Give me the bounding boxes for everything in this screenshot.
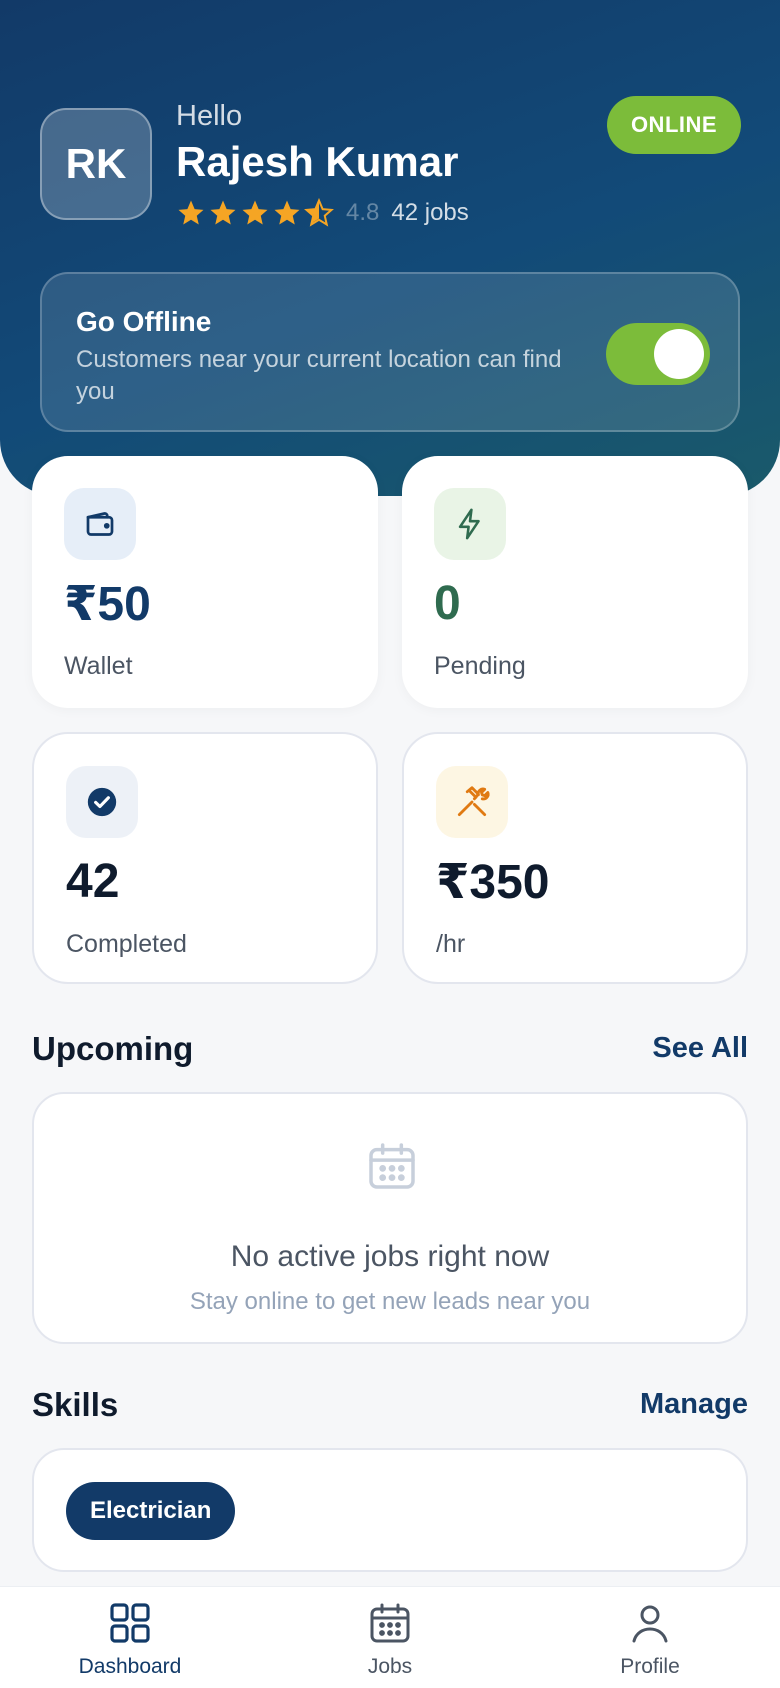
tools-icon — [436, 766, 508, 838]
calendar-icon — [369, 1143, 415, 1189]
availability-toggle[interactable] — [606, 323, 710, 385]
wallet-card[interactable]: ₹50 Wallet — [32, 456, 378, 708]
half-star-icon — [304, 198, 334, 227]
calendar-icon — [370, 1603, 410, 1643]
nav-profile-label: Profile — [620, 1655, 680, 1678]
skill-chip[interactable]: Electrician — [66, 1482, 236, 1540]
rate-label: /hr — [436, 930, 466, 958]
empty-subtitle: Stay online to get new leads near you — [189, 1288, 591, 1315]
grid-icon — [110, 1603, 150, 1643]
nav-jobs-label: Jobs — [367, 1655, 413, 1678]
completed-card[interactable]: 42 Completed — [32, 732, 378, 984]
check-circle-icon — [66, 766, 138, 838]
star-icon — [210, 200, 236, 225]
wallet-icon — [64, 488, 136, 560]
pending-label: Pending — [434, 652, 526, 680]
completed-label: Completed — [66, 930, 187, 958]
availability-card: Go Offline Customers near your current l… — [40, 272, 740, 432]
nav-profile[interactable]: Profile — [550, 1587, 750, 1688]
availability-title: Go Offline — [76, 306, 212, 337]
upcoming-title: Upcoming — [32, 1030, 194, 1067]
avatar[interactable]: RK — [40, 108, 152, 220]
pending-value: 0 — [434, 577, 461, 630]
availability-subtitle: Customers near your current location can… — [76, 346, 562, 405]
empty-title: No active jobs right now — [230, 1240, 550, 1273]
rate-value: ₹350 — [436, 856, 550, 909]
nav-dashboard[interactable]: Dashboard — [30, 1587, 230, 1688]
avatar-initials: RK — [65, 140, 127, 187]
rate-card[interactable]: ₹350 /hr — [402, 732, 748, 984]
status-badge[interactable]: ONLINE — [607, 96, 741, 154]
nav-dashboard-label: Dashboard — [78, 1655, 182, 1678]
upcoming-empty-card: No active jobs right now Stay online to … — [32, 1092, 748, 1344]
jobs-count: 42 jobs — [391, 199, 469, 226]
rating-row: 4.8 42 jobs — [176, 198, 469, 228]
skills-title: Skills — [32, 1386, 119, 1423]
user-icon — [632, 1605, 668, 1643]
lightning-icon — [434, 488, 506, 560]
star-icon — [274, 200, 300, 225]
wallet-label: Wallet — [64, 652, 133, 680]
see-all-link[interactable]: See All — [652, 1032, 748, 1065]
wallet-value: ₹50 — [64, 578, 151, 631]
bottom-nav: Dashboard Jobs Profile — [0, 1586, 780, 1688]
rating-stars — [176, 198, 334, 228]
user-name: Rajesh Kumar — [176, 138, 459, 185]
skills-card: Electrician — [32, 1448, 748, 1572]
profile-header: RK Hello Rajesh Kumar 4.8 42 jobs ONLINE… — [0, 0, 780, 496]
rating-value: 4.8 — [346, 199, 380, 226]
star-icon — [242, 200, 268, 225]
nav-jobs[interactable]: Jobs — [290, 1587, 490, 1688]
greeting: Hello — [176, 100, 243, 132]
toggle-knob — [654, 329, 704, 379]
manage-link[interactable]: Manage — [640, 1388, 748, 1421]
pending-card[interactable]: 0 Pending — [402, 456, 748, 708]
completed-value: 42 — [66, 855, 120, 908]
star-icon — [178, 200, 204, 225]
